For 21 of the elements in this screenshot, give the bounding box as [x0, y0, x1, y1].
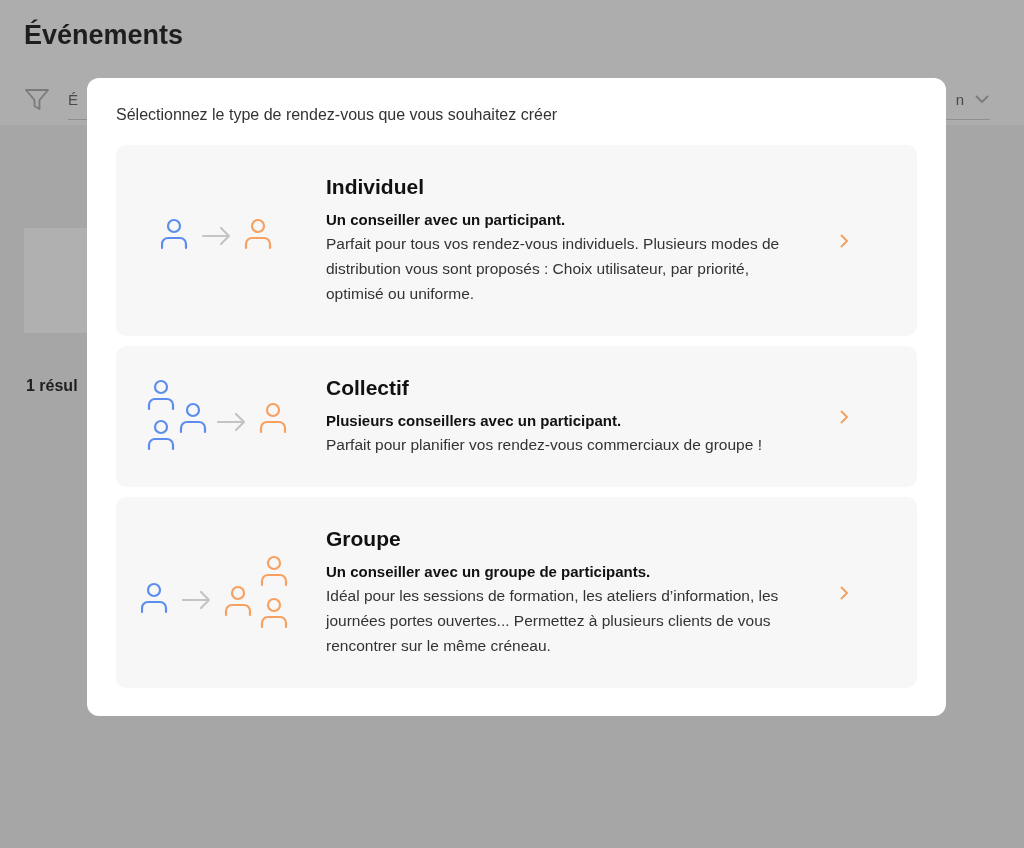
filter-icon[interactable]	[24, 86, 50, 113]
appointment-type-card[interactable]	[116, 497, 917, 688]
card-description: Idéal pour les sessions de formation, les ateliers d’information, les journées portes ouvertes... Permettez à plusieurs clients de vous rencontrer sur le même créneau.	[326, 586, 780, 656]
card-title: Groupe	[326, 527, 402, 551]
result-count: 1 résul	[26, 377, 78, 395]
sort-field-value: n	[955, 90, 964, 108]
card-description: Parfait pour planifier vos rendez-vous commerciaux de groupe !	[326, 435, 763, 455]
card-subtitle: Plusieurs conseillers avec un participant.	[326, 412, 623, 429]
chevron-right-icon	[839, 408, 849, 425]
card-subtitle: Un conseiller avec un participant.	[326, 211, 567, 228]
chevron-right-icon	[839, 584, 849, 601]
card-subtitle: Un conseiller avec un groupe de participants.	[326, 563, 652, 580]
card-description: Parfait pour tous vos rendez-vous individuels. Plusieurs modes de distribution vous sont proposés : Choix utilisateur, par priorité, optimisé ou uniforme.	[326, 234, 781, 304]
page-title: Événements	[24, 20, 185, 51]
card-title: Individuel	[326, 175, 425, 199]
dialog-prompt: Sélectionnez le type de rendez-vous que vous souhaitez créer	[116, 106, 559, 124]
chevron-down-icon[interactable]	[974, 94, 990, 104]
chevron-right-icon	[839, 232, 849, 249]
appointment-type-card[interactable]: Individuel Un conseiller avec un participant. Parfait pour tous vos rendez-vous individuels. Plusieurs modes de distribution vous sont proposés : Choix utilisateur, par priorité, optimisé ou uniforme.	[116, 145, 917, 336]
card-title: Collectif	[326, 376, 410, 400]
appointment-type-card[interactable]: Collectif Plusieurs conseillers avec un participant. Parfait pour planifier vos rendez-vous commerciaux de groupe !	[116, 346, 917, 487]
